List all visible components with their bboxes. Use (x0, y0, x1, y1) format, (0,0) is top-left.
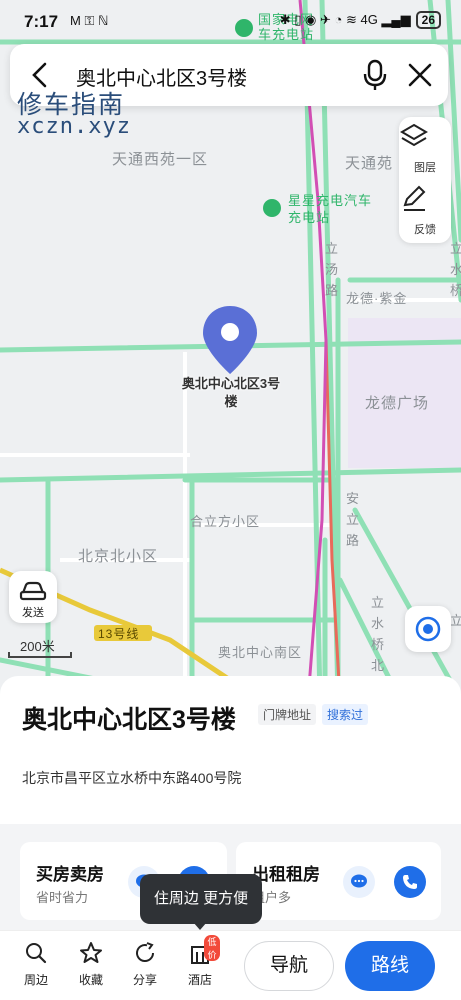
layers-label: 图层 (414, 162, 436, 174)
phone-icon (403, 875, 417, 889)
map-label-star-charge[interactable]: 星星充电汽车充电站 (288, 192, 380, 226)
map-label-aobei-south: 奥北中心南区 (218, 645, 303, 660)
map-label-tiantong: 天通苑 (345, 155, 394, 172)
card-title: 出租租房 (252, 865, 320, 884)
hotel-button[interactable]: 低价 酒店 (180, 935, 220, 989)
tag-searched: 搜索过 (322, 704, 369, 725)
locate-icon (415, 616, 441, 642)
battery-icon: 26 (415, 11, 441, 29)
star-icon (80, 942, 102, 963)
map-label-longde-plaza: 龙德广场 (365, 395, 430, 412)
chat-icon (351, 874, 367, 888)
map-label-longde-zijin: 龙德·紫金 (346, 291, 408, 306)
nearby-label: 周边 (23, 973, 48, 987)
map-tools-panel: 图层 反馈 (399, 117, 451, 243)
chat-button[interactable] (343, 866, 375, 898)
place-title: 奥北中心北区3号楼 (22, 706, 236, 734)
layers-button[interactable]: 图层 (399, 121, 451, 181)
send-to-car-button[interactable]: 发送 (9, 571, 57, 623)
navigate-button[interactable]: 导航 (244, 941, 334, 991)
marker-label: 奥北中心北区3号楼 (181, 376, 281, 409)
status-time: 7:17 (24, 12, 59, 31)
watermark-en: xczn.xyz (17, 114, 131, 139)
favorite-button[interactable]: 收藏 (71, 939, 111, 989)
tag-door-address: 门牌地址 (258, 704, 317, 725)
car-icon (19, 581, 47, 601)
feedback-button[interactable]: 反馈 (399, 183, 451, 243)
map-label-helifang: 合立方小区 (190, 514, 261, 529)
layers-icon (400, 123, 428, 147)
hotel-badge: 低价 (204, 935, 220, 961)
share-label: 分享 (132, 973, 157, 987)
nearby-tooltip[interactable]: 住周边 更方便 (140, 874, 262, 924)
search-icon (26, 943, 47, 964)
map-label-line13: 13号线 (98, 627, 140, 641)
tooltip-tail (193, 922, 207, 930)
map-label-litang-road: 立汤路 (324, 241, 339, 298)
route-button[interactable]: 路线 (345, 941, 435, 991)
nearby-button[interactable]: 周边 (16, 939, 56, 989)
map-label-anli-road: 安立路 (345, 491, 360, 548)
map-label-tiantong-west: 天通西苑一区 (112, 151, 209, 168)
bottom-action-bar: 周边 收藏 分享 低价 酒店 导航 路线 (0, 930, 461, 1000)
feedback-label: 反馈 (414, 224, 436, 236)
status-bar: 7:17 M ⚿ ℕ ✱ ▯ ◉ ✈ ◔ ≋ 4G ▂▄▆ 26 (0, 0, 461, 42)
phone-button[interactable] (394, 866, 426, 898)
hotel-label: 酒店 (187, 973, 212, 987)
status-left-icons: M ⚿ ℕ (70, 13, 109, 28)
card-title: 买房卖房 (36, 865, 104, 884)
scale-bar (8, 652, 72, 658)
card-subtitle: 省时省力 (36, 890, 89, 905)
status-right-icons: ✱ ▯ ◉ ✈ ◔ ≋ 4G ▂▄▆ (279, 12, 411, 27)
map-label-side-right-top: 立水桥 (449, 241, 461, 298)
microphone-icon (363, 59, 387, 90)
close-button[interactable] (404, 58, 436, 92)
share-button[interactable]: 分享 (125, 939, 165, 989)
charging-station-icon (263, 199, 281, 217)
voice-search-button[interactable] (360, 57, 390, 93)
place-address: 北京市昌平区立水桥中东路400号院 (22, 770, 242, 786)
favorite-label: 收藏 (78, 973, 103, 987)
edit-pen-icon (403, 185, 426, 211)
share-icon (136, 942, 155, 962)
card-rent[interactable]: 出租租房 租户多 (236, 842, 441, 920)
send-label: 发送 (22, 607, 44, 619)
map-label-beijingbei: 北京北小区 (78, 548, 159, 565)
close-icon (408, 63, 432, 87)
location-pin-icon[interactable] (200, 304, 260, 376)
locate-button[interactable] (405, 606, 451, 652)
status-right-group: ✱ ▯ ◉ ✈ ◔ ≋ 4G ▂▄▆ 26 (280, 11, 441, 29)
